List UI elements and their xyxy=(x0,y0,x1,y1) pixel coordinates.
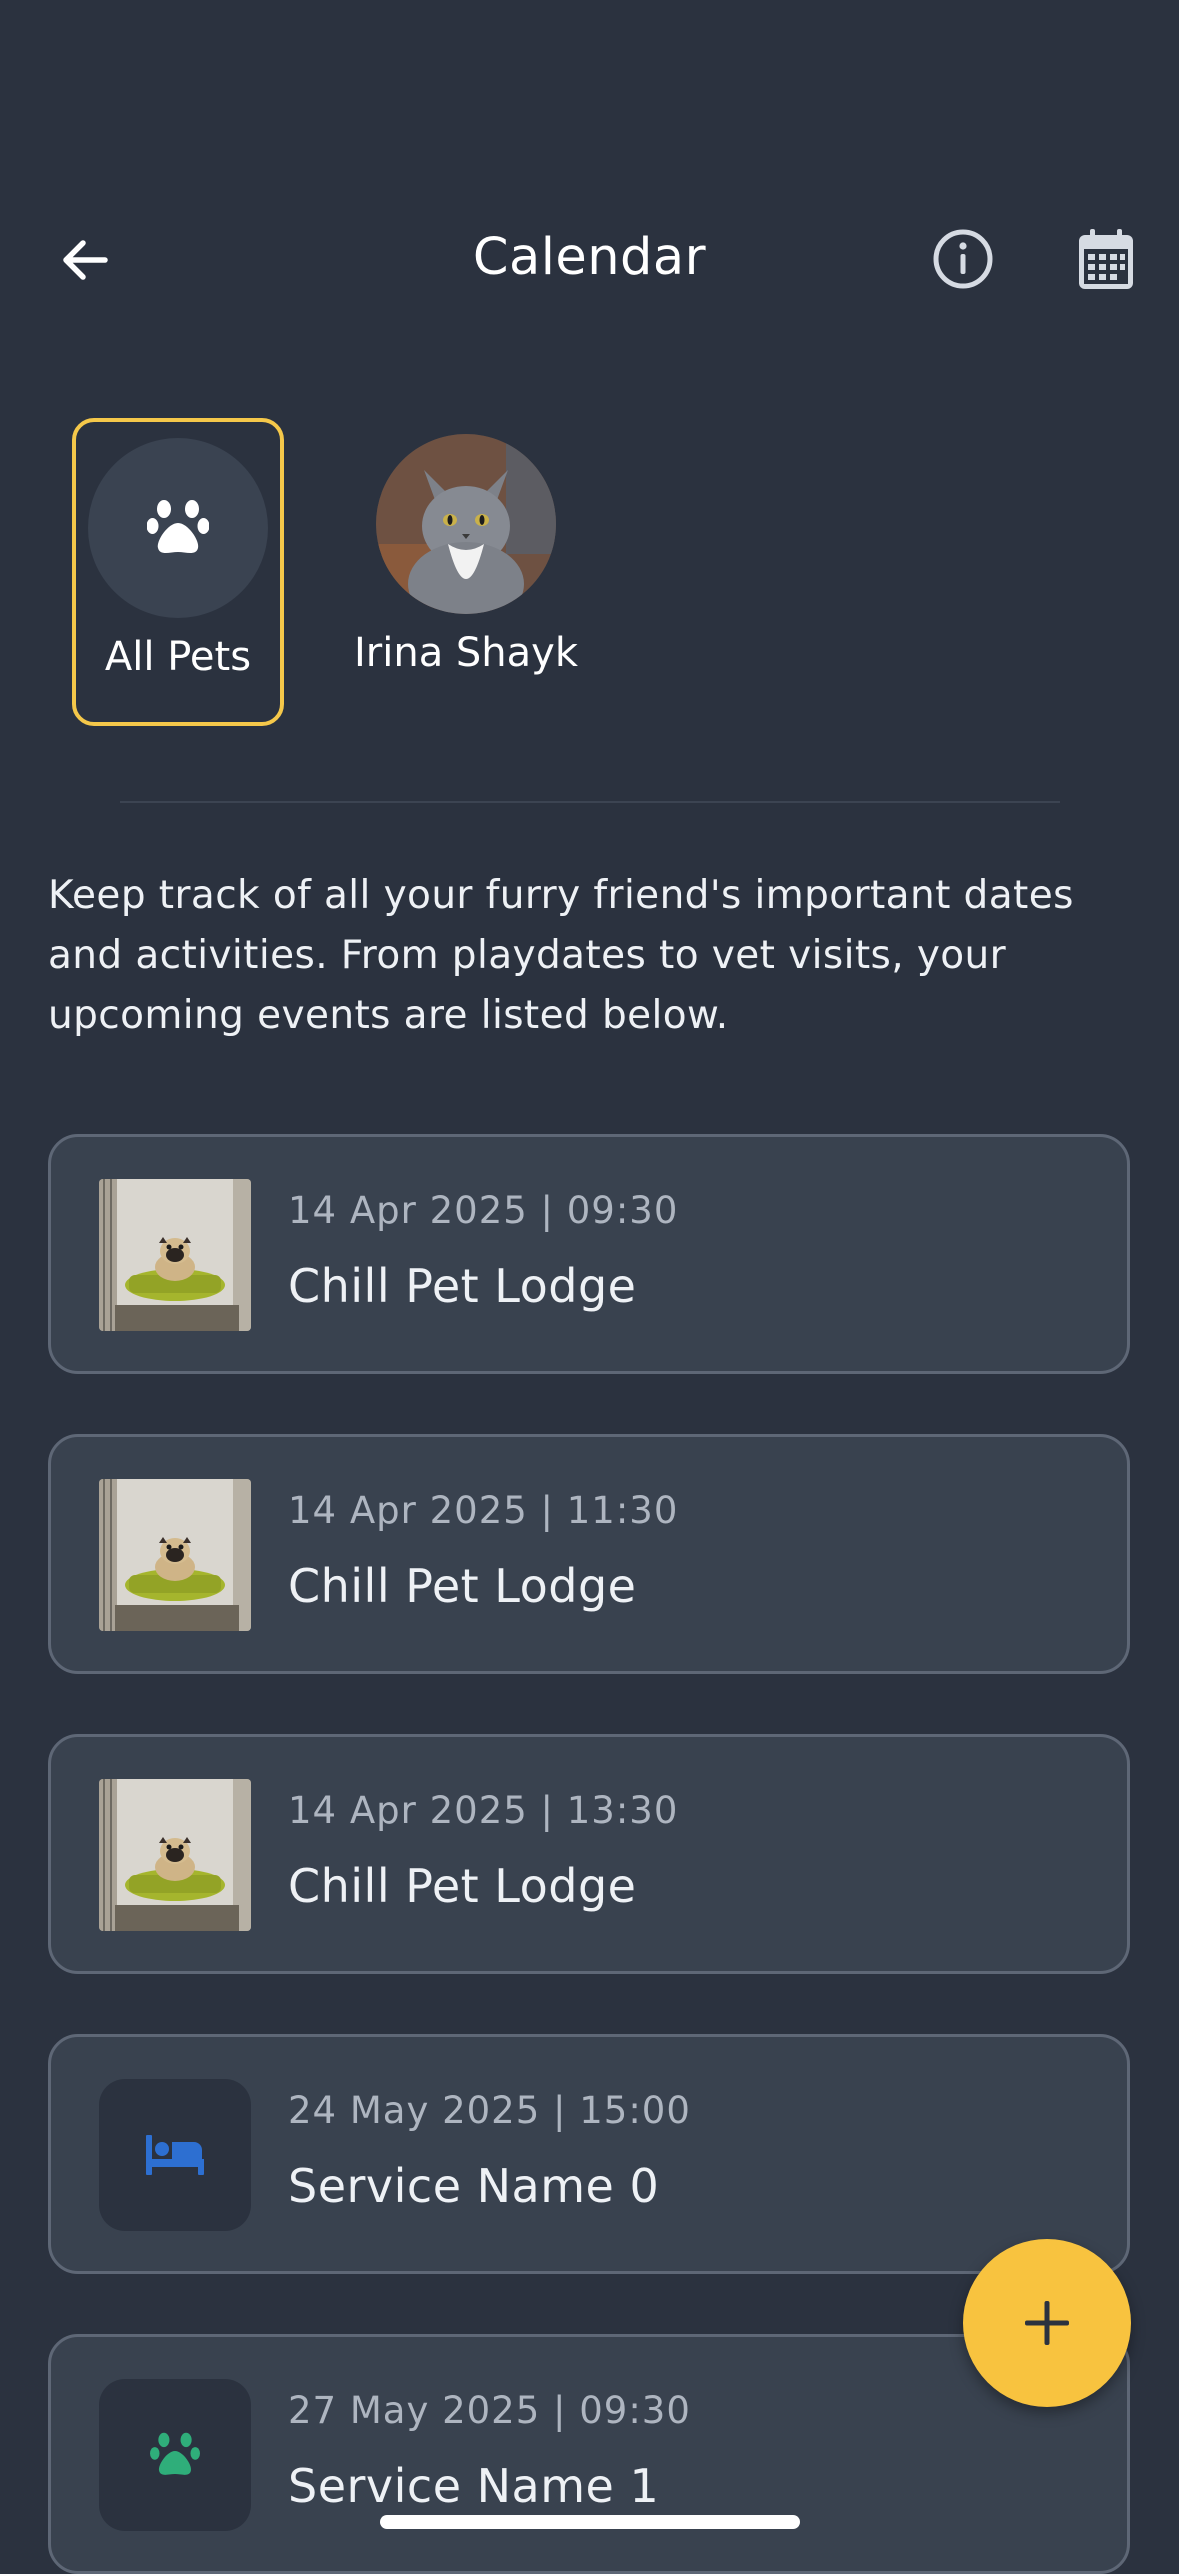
event-card[interactable]: 27 May 2025 | 09:30 Service Name 1 xyxy=(48,2334,1130,2574)
pet-photo xyxy=(376,434,556,614)
info-button[interactable] xyxy=(928,224,998,294)
pet-label: Irina Shayk xyxy=(353,630,579,676)
info-icon xyxy=(933,229,993,289)
event-name: Service Name 1 xyxy=(288,2459,660,2513)
cat-photo xyxy=(376,434,556,614)
event-thumbnail xyxy=(99,1779,251,1931)
calendar-view-button[interactable] xyxy=(1071,224,1141,294)
pet-label: All Pets xyxy=(104,634,252,680)
event-date: 14 Apr 2025 | 11:30 xyxy=(288,1489,679,1532)
event-card[interactable]: 14 Apr 2025 | 13:30 Chill Pet Lodge xyxy=(48,1734,1130,1974)
intro-text: Keep track of all your furry friend's im… xyxy=(48,873,1074,1038)
divider xyxy=(120,801,1060,803)
event-thumbnail xyxy=(99,1479,251,1631)
app-header: Calendar All Pets Irina Shayk xyxy=(0,0,1179,726)
event-icon-tile xyxy=(99,2379,251,2531)
all-pets-avatar xyxy=(88,438,268,618)
pet-filter-irina-shayk[interactable]: Irina Shayk xyxy=(354,418,578,726)
event-name: Chill Pet Lodge xyxy=(288,1559,637,1613)
bed-icon xyxy=(146,2135,204,2175)
paw-icon xyxy=(150,2432,200,2475)
add-event-button[interactable] xyxy=(963,2239,1131,2407)
calendar-icon xyxy=(1079,229,1133,289)
page-title: Calendar xyxy=(472,228,707,287)
pug-in-kennel-photo xyxy=(99,1179,251,1331)
event-name: Chill Pet Lodge xyxy=(288,1859,637,1913)
event-card[interactable]: 14 Apr 2025 | 11:30 Chill Pet Lodge xyxy=(48,1434,1130,1674)
paw-icon xyxy=(147,500,209,553)
event-thumbnail xyxy=(99,1179,251,1331)
home-indicator[interactable] xyxy=(380,2515,800,2529)
event-card[interactable]: 24 May 2025 | 15:00 Service Name 0 xyxy=(48,2034,1130,2274)
event-date: 27 May 2025 | 09:30 xyxy=(288,2389,691,2432)
pug-in-kennel-photo xyxy=(99,1479,251,1631)
pug-in-kennel-photo xyxy=(99,1779,251,1931)
event-name: Chill Pet Lodge xyxy=(288,1259,637,1313)
pet-filter-all-pets[interactable]: All Pets xyxy=(72,418,284,726)
event-date: 14 Apr 2025 | 09:30 xyxy=(288,1189,679,1232)
event-date: 24 May 2025 | 15:00 xyxy=(288,2089,691,2132)
event-date: 14 Apr 2025 | 13:30 xyxy=(288,1789,679,1832)
event-icon-tile xyxy=(99,2079,251,2231)
event-card[interactable]: 14 Apr 2025 | 09:30 Chill Pet Lodge xyxy=(48,1134,1130,1374)
event-name: Service Name 0 xyxy=(288,2159,660,2213)
plus-icon xyxy=(1025,2301,1069,2345)
